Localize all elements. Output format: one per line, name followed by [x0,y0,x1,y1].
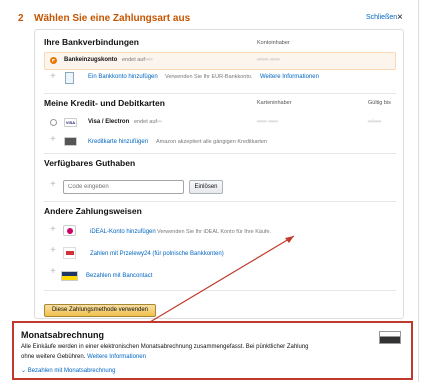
card-valid-header: Gültig bis [368,100,391,106]
card-radio[interactable] [50,119,57,126]
add-code-plus-icon[interactable]: + [50,179,56,190]
card-holder-masked: ▪▪▪▪▪ ▪▪▪▪▪ [257,119,279,125]
bank-account-label: Bankeinzugskonto [64,57,118,63]
add-card-plus-icon[interactable]: + [50,134,56,145]
divider [44,93,396,94]
add-bank-plus-icon[interactable]: + [50,71,56,82]
ideal-logo-icon [63,225,76,236]
bank-card-icon [65,72,74,84]
ideal-hint: Verwenden Sie Ihr iDEAL Konto für Ihre K… [157,229,272,235]
card-holder-header: Karteninhaber [257,100,292,106]
add-ideal-link[interactable]: iDEAL-Konto hinzufügen [90,229,156,235]
divider [44,201,396,202]
step-number: 2 [18,13,24,24]
use-payment-method-button[interactable]: Diese Zahlungsmethode verwenden [44,304,156,317]
bank-holder-header: Kontoinhaber [257,40,290,46]
card-valid-masked: ▪▪/▪▪▪▪ [368,119,382,125]
bancontact-link[interactable]: Bezahlen mit Bancontact [86,273,152,279]
monthly-description: Alle Einkäufe werden in einer elektronis… [21,342,321,362]
add-bank-hint: Verwenden Sie Ihr EUR-Bankkonto. [165,74,253,80]
add-card-link[interactable]: Kreditkarte hinzufügen [88,139,148,145]
chevron-down-icon: ⌄ [21,368,27,374]
divider [44,290,396,291]
add-ideal-plus-icon[interactable]: + [50,224,56,235]
monthly-title: Monatsabrechnung [21,330,105,340]
monthly-logo-icon [379,331,401,344]
close-icon[interactable]: × [397,12,403,23]
card-label: Visa / Electron [88,119,130,125]
gift-code-input[interactable] [63,180,184,194]
bank-radio[interactable] [50,57,57,64]
redeem-button[interactable]: Einlösen [189,180,223,194]
right-sidebar [418,0,430,382]
monthly-pay-label: Bezahlen mit Monatsabrechnung [27,368,116,374]
close-link[interactable]: Schließen [366,14,397,21]
bank-holder-masked: ▪▪▪▪▪▪ ▪▪▪▪▪ [257,57,280,63]
monthly-more-link[interactable]: Weitere Informationen [87,354,146,360]
p24-link[interactable]: Zahlen mit Przelewy24 (für polnische Ban… [90,251,224,257]
credit-card-icon [64,137,77,146]
card-masked: ▪▪▪ [156,119,162,125]
bank-account-masked: ▪▪▪▪ [145,57,153,63]
divider [44,153,396,154]
other-section-title: Andere Zahlungsweisen [44,206,142,216]
add-card-hint: Amazon akzeptiert alle gängigen Kreditka… [156,139,267,145]
monthly-text: Alle Einkäufe werden in einer elektronis… [21,344,309,360]
przelewy24-logo-icon [63,247,76,259]
step-title: Wählen Sie eine Zahlungsart aus [34,13,191,24]
credit-section-title: Verfügbares Guthaben [44,158,136,168]
add-bank-link[interactable]: Ein Bankkonto hinzufügen [88,74,158,80]
card-suffix: endet auf [134,119,157,125]
visa-logo-icon: VISA [64,118,77,127]
bank-more-info-link[interactable]: Weitere Informationen [260,74,319,80]
bancontact-logo-icon [61,271,78,281]
bank-account-suffix: endet auf [122,57,145,63]
monthly-pay-link[interactable]: ⌄ Bezahlen mit Monatsabrechnung [21,367,115,374]
bank-section-title: Ihre Bankverbindungen [44,37,139,47]
add-bancontact-plus-icon[interactable]: + [50,266,56,277]
cards-section-title: Meine Kredit- und Debitkarten [44,98,165,108]
add-p24-plus-icon[interactable]: + [50,245,56,256]
